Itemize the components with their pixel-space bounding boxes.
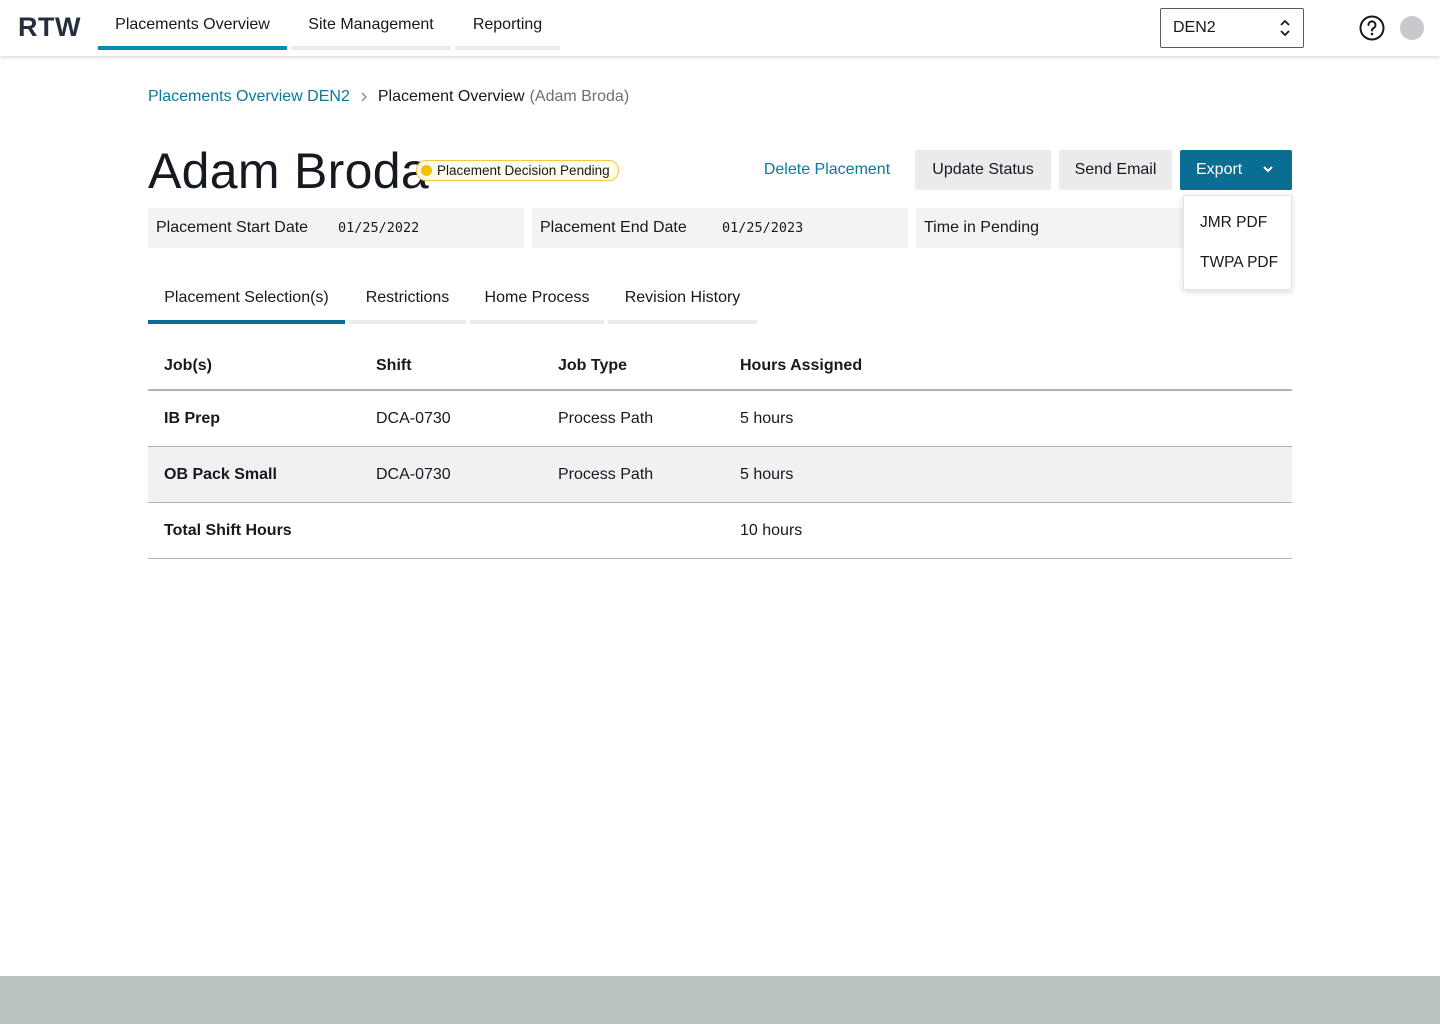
tab-label: Placement Selection(s) [164,289,329,306]
field-label: Placement End Date [540,219,687,236]
breadcrumb-link[interactable]: Placements Overview DEN2 [148,88,350,106]
update-status-button[interactable]: Update Status [915,150,1051,190]
export-button-label: Export [1196,161,1243,178]
total-label: Total Shift Hours [164,521,292,539]
cell-hours: 5 hours [740,465,794,483]
nav-tab-label: Reporting [472,16,543,33]
menu-item-twpa-pdf[interactable]: TWPA PDF [1200,254,1278,272]
status-badge: Placement Decision Pending [416,160,619,181]
field-label: Placement Start Date [156,219,309,236]
help-icon[interactable] [1358,14,1386,42]
tab-label: Home Process [484,289,590,306]
cell-job-type: Process Path [558,465,654,483]
send-email-button[interactable]: Send Email [1059,150,1172,190]
nav-tab-label: Site Management [308,16,434,33]
page-title: Adam Broda [148,143,429,199]
status-badge-label: Placement Decision Pending [437,163,610,178]
chevron-right-icon [361,92,367,102]
cell-job-type: Process Path [558,409,654,427]
total-hours: 10 hours [740,521,803,539]
top-navigation: RTW Placements Overview Site Management … [0,0,1440,56]
time-in-pending-field: Time in Pending [916,208,1184,248]
site-select[interactable]: DEN2 [1160,8,1304,48]
tab-indicator [349,320,466,324]
table-total-row: Total Shift Hours 10 hours [148,503,1292,559]
up-down-chevron-icon [1280,19,1290,37]
cell-hours: 5 hours [740,409,794,427]
nav-tab-label: Placements Overview [115,16,270,33]
page-footer [0,976,1440,1024]
column-header-hours-assigned: Hours Assigned [740,356,863,374]
export-button[interactable]: Export [1180,150,1292,190]
tab-home-process[interactable]: Home Process [470,278,604,324]
app-logo[interactable]: RTW [18,12,81,43]
nav-tab-site-management[interactable]: Site Management [291,0,451,50]
tab-placement-selections[interactable]: Placement Selection(s) [148,278,345,324]
nav-tab-indicator [455,46,560,50]
nav-tab-placements-overview[interactable]: Placements Overview [98,0,287,50]
nav-tab-reporting[interactable]: Reporting [455,0,560,50]
chevron-down-icon [1263,166,1273,173]
cell-shift: DCA-0730 [376,409,451,427]
placement-start-date-field: Placement Start Date 01/25/2022 [148,208,524,248]
field-label: Time in Pending [924,219,1040,236]
column-header-job-type: Job Type [558,356,628,374]
tab-indicator [148,320,345,324]
tab-indicator [608,320,757,324]
placement-end-date-field: Placement End Date 01/25/2023 [532,208,908,248]
tab-label: Revision History [624,289,741,306]
column-header-shift: Shift [376,356,412,374]
nav-tab-indicator [291,46,451,50]
export-dropdown-menu: JMR PDF TWPA PDF [1183,195,1292,290]
breadcrumb-current: Placement Overview [377,88,525,105]
menu-item-jmr-pdf[interactable]: JMR PDF [1200,214,1267,232]
delete-placement-button[interactable]: Delete Placement [748,150,906,190]
table-row[interactable]: IB Prep DCA-0730 Process Path 5 hours [148,391,1292,447]
cell-job: OB Pack Small [164,465,277,483]
breadcrumb-subtitle: (Adam Broda) [529,88,630,105]
field-value: 01/25/2022 [338,220,420,236]
table-header-row: Job(s) Shift Job Type Hours Assigned [148,342,1292,391]
table-row[interactable]: OB Pack Small DCA-0730 Process Path 5 ho… [148,447,1292,503]
placement-selections-table: Job(s) Shift Job Type Hours Assigned IB … [148,342,1292,559]
tab-revision-history[interactable]: Revision History [608,278,757,324]
cell-shift: DCA-0730 [376,465,451,483]
tab-label: Restrictions [365,289,450,306]
tab-indicator [470,320,604,324]
user-avatar[interactable] [1400,16,1424,40]
tab-restrictions[interactable]: Restrictions [349,278,466,324]
column-header-jobs: Job(s) [164,356,212,374]
status-dot-icon [421,165,432,176]
nav-tab-indicator [98,46,287,50]
field-value: 01/25/2023 [722,220,804,236]
site-select-value: DEN2 [1173,19,1216,36]
cell-job: IB Prep [164,409,221,427]
breadcrumb: Placements Overview DEN2 Placement Overv… [148,88,629,106]
